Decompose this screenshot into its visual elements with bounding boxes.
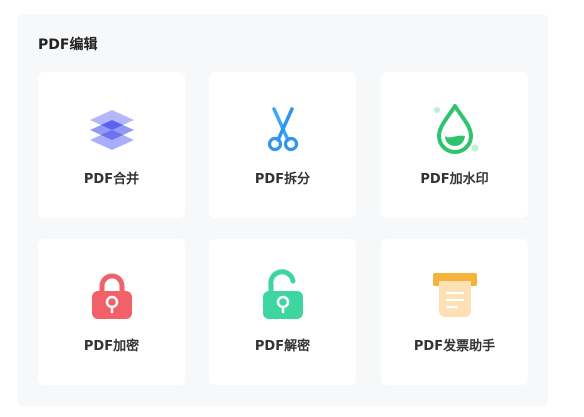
tool-card-pdf-watermark[interactable]: PDF加水印 [381,72,528,218]
lock-open-icon [255,267,311,323]
tool-card-pdf-encrypt[interactable]: PDF加密 [38,239,185,385]
tool-card-pdf-split[interactable]: PDF拆分 [209,72,356,218]
section-title: PDF编辑 [38,37,98,53]
lock-closed-icon [84,267,140,323]
layers-icon [84,100,140,156]
invoice-printer-icon [427,267,483,323]
tool-label: PDF解密 [254,339,311,354]
tool-card-pdf-invoice-assistant[interactable]: PDF发票助手 [381,239,528,385]
tool-label: PDF加密 [83,339,140,354]
water-drop-icon [427,100,483,156]
tool-label: PDF拆分 [254,172,311,187]
tool-card-pdf-decrypt[interactable]: PDF解密 [209,239,356,385]
scissors-icon [255,100,311,156]
tool-label: PDF加水印 [420,172,489,187]
tool-label: PDF发票助手 [413,339,496,354]
tool-card-pdf-merge[interactable]: PDF合并 [38,72,185,218]
tool-label: PDF合并 [83,172,140,187]
pdf-edit-panel: PDF编辑 PDF合并 PDF拆分 PDF加水印 PDF加密 PDF解密 PDF… [17,14,548,406]
